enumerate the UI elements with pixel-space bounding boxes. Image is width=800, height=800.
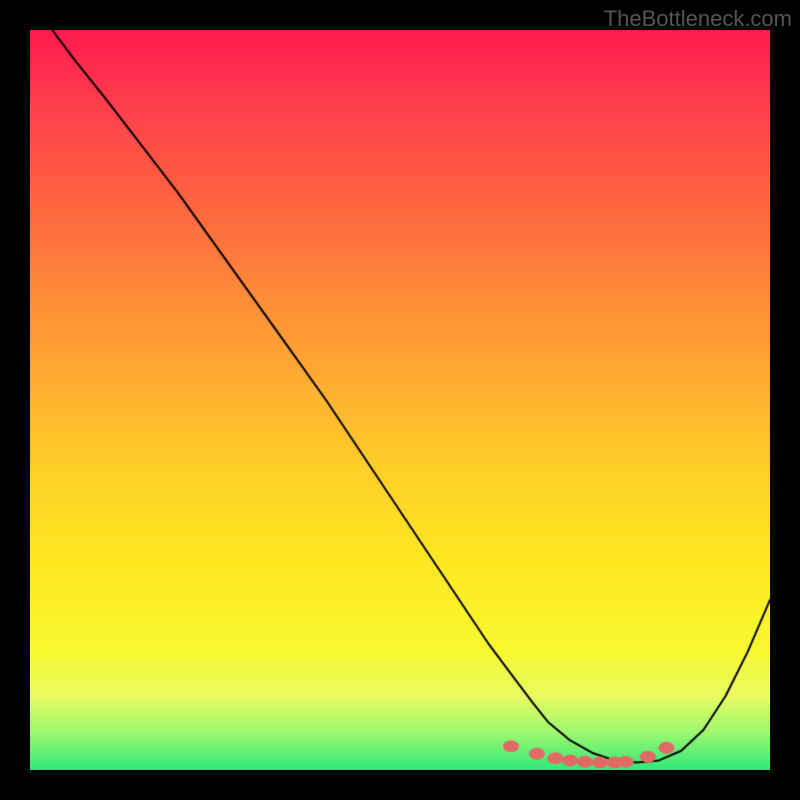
watermark-text: TheBottleneck.com: [604, 6, 792, 32]
chart-plot-area: [30, 30, 770, 770]
chart-curve-canvas: [30, 30, 770, 770]
